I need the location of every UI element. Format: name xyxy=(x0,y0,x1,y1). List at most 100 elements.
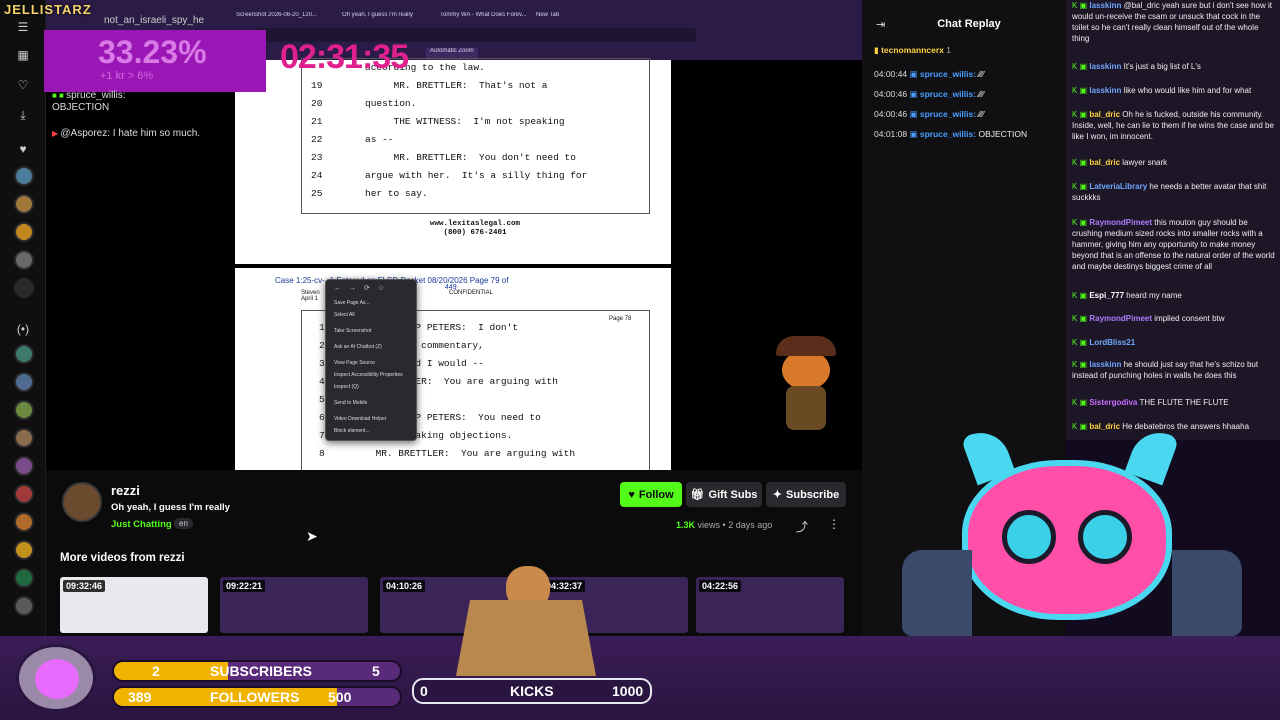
line-number: 4 xyxy=(319,376,325,387)
view-stats: 1.3K views • 2 days ago xyxy=(676,520,773,530)
channel-avatar[interactable] xyxy=(62,482,102,522)
video-thumbnail[interactable]: 04:22:56 xyxy=(696,577,844,633)
browser-tab[interactable]: New Tab xyxy=(536,12,586,26)
download-percentage: 33.23% xyxy=(98,34,207,70)
followed-channel-avatar[interactable] xyxy=(14,540,34,560)
followed-channel-avatar[interactable] xyxy=(14,456,34,476)
followed-channel-avatar[interactable] xyxy=(14,344,34,364)
chat-username[interactable]: RaymondPimeet xyxy=(1089,218,1152,227)
context-menu-item[interactable]: View Page Source xyxy=(334,360,375,366)
chat-username[interactable]: lasskinn xyxy=(1089,1,1121,10)
line-number: 20 xyxy=(311,98,323,109)
chat-username[interactable]: lasskinn xyxy=(1089,360,1121,369)
browser-tab[interactable]: Tommy WA - What Does Forev... xyxy=(440,12,530,26)
chat-message: K ▣ RaymondPimeet implied consent btw xyxy=(1072,313,1276,324)
transcript-line: as -- xyxy=(365,134,394,145)
chat-username[interactable]: spruce_willis: xyxy=(920,109,976,119)
subscribe-button[interactable]: ✦ Subscribe xyxy=(766,482,846,507)
overlay-chat-line: ■ ■ spruce_willis: OBJECTION xyxy=(52,90,126,113)
followed-channel-avatar[interactable] xyxy=(14,250,34,270)
context-nav-icons[interactable]: ←→⟳☆ xyxy=(334,284,392,292)
context-menu-item[interactable]: Send to Mobile xyxy=(334,400,367,406)
language-tag[interactable]: en xyxy=(174,518,193,529)
share-icon[interactable]: ⤴ xyxy=(796,518,808,535)
context-menu-item[interactable]: Inspect Accessibility Properties xyxy=(334,372,403,378)
menu-icon[interactable]: ☰ xyxy=(12,16,34,38)
more-videos-heading: More videos from rezzi xyxy=(60,552,185,564)
followed-channel-avatar[interactable] xyxy=(14,428,34,448)
confidential-label: CONFIDENTIAL xyxy=(449,290,494,296)
chat-message: K ▣ lasskinn like who would like him and… xyxy=(1072,85,1276,96)
chat-message: K ▣ bal_dric lawyer snark xyxy=(1072,157,1276,168)
more-options-icon[interactable]: ⋮ xyxy=(828,517,840,531)
context-menu-item[interactable]: Block element... xyxy=(334,428,370,434)
channel-name[interactable]: rezzi xyxy=(111,483,140,498)
followed-channel-avatar[interactable] xyxy=(14,222,34,242)
video-title: Oh yeah, I guess I'm really xyxy=(111,502,230,513)
cat-in-box-image xyxy=(456,556,596,676)
line-number: 21 xyxy=(311,116,323,127)
line-number: 3 xyxy=(319,358,325,369)
chat-username[interactable]: lasskinn xyxy=(1089,86,1121,95)
followed-channel-avatar[interactable] xyxy=(14,400,34,420)
gift-icon: 🎁︎ xyxy=(690,489,705,501)
chat-message: K ▣ LatveriaLibrary he needs a better av… xyxy=(1072,181,1276,203)
context-menu-item[interactable]: Select All xyxy=(334,312,355,318)
chat-username[interactable]: lasskinn xyxy=(1089,62,1121,71)
page-number: Page 78 xyxy=(609,316,632,322)
line-number: 8 xyxy=(319,448,325,459)
chat-text: It's just a big list of L's xyxy=(1123,62,1201,71)
video-thumbnail[interactable]: 09:32:46 xyxy=(60,577,208,633)
followed-channel-avatar[interactable] xyxy=(14,512,34,532)
context-menu-item[interactable]: Inspect (Q) xyxy=(334,384,359,390)
chat-username[interactable]: Sistergodiva xyxy=(1089,398,1137,407)
badge-icon: K ▣ xyxy=(1072,398,1090,407)
video-thumbnail[interactable]: 09:22:21 xyxy=(220,577,368,633)
heart-icon[interactable]: ♡ xyxy=(12,74,34,96)
category-link[interactable]: Just Chatting xyxy=(111,519,172,530)
chat-username[interactable]: Espi_777 xyxy=(1089,291,1124,300)
transcript-line: her to say. xyxy=(365,188,428,199)
chat-username[interactable]: spruce_willis: xyxy=(920,69,976,79)
pdf-page: according to the law. 19 MR. BRETTLER: Th… xyxy=(235,58,671,264)
badge-icon: K ▣ xyxy=(1072,314,1090,323)
gift-subs-button[interactable]: 🎁︎ Gift Subs xyxy=(686,482,762,507)
verified-badge-icon: ■ ■ xyxy=(52,91,67,100)
chat-username[interactable]: bal_dric xyxy=(1089,158,1120,167)
chat-username[interactable]: RaymondPimeet xyxy=(1089,314,1152,323)
stream-chat-overlay: K ▣ lasskinn @bal_dric yeah sure but i d… xyxy=(1066,0,1280,440)
badge-icon: K ▣ xyxy=(1072,158,1090,167)
favorite-heart-icon[interactable]: ♥ xyxy=(12,138,34,160)
context-menu-item[interactable]: Video Download Helper xyxy=(334,416,386,422)
follow-button[interactable]: ♥ Follow xyxy=(620,482,682,507)
line-number: 24 xyxy=(311,170,323,181)
browse-icon[interactable]: ▦ xyxy=(12,44,34,66)
download-icon[interactable]: ⤓ xyxy=(12,104,34,126)
followed-channel-avatar[interactable] xyxy=(14,596,34,616)
line-number: 7 xyxy=(319,430,325,441)
browser-tab[interactable]: Screenshot 2026-08-20_120... xyxy=(236,12,326,26)
followed-channel-avatar[interactable] xyxy=(14,194,34,214)
context-menu-item[interactable]: Take Screenshot xyxy=(334,328,371,334)
followed-channel-avatar[interactable] xyxy=(14,372,34,392)
followed-channel-avatar[interactable] xyxy=(14,166,34,186)
left-sidebar: ☰ ▦ ♡ ⤓ ♥ (•) xyxy=(0,0,46,636)
heart-icon: ♥ xyxy=(628,488,635,501)
context-menu-item[interactable]: Ask an AI Chatbot (Z) xyxy=(334,344,382,350)
followed-channel-avatar[interactable] xyxy=(14,278,34,298)
chat-username[interactable]: bal_dric xyxy=(1089,110,1120,119)
chat-text: implied consent btw xyxy=(1154,314,1225,323)
chat-username[interactable]: LatveriaLibrary xyxy=(1089,182,1147,191)
live-icon[interactable]: (•) xyxy=(12,318,34,340)
chat-username[interactable]: spruce_willis: xyxy=(920,129,976,139)
followed-channel-avatar[interactable] xyxy=(14,484,34,504)
chat-username[interactable]: LordBliss21 xyxy=(1089,338,1135,347)
line-number: 25 xyxy=(311,188,323,199)
followed-channel-avatar[interactable] xyxy=(14,568,34,588)
browser-tab[interactable]: Oh yeah, I guess I'm really xyxy=(342,12,432,26)
context-menu-item[interactable]: Save Page As... xyxy=(334,300,370,306)
badge-icon: K ▣ xyxy=(1072,360,1090,369)
line-number: 19 xyxy=(311,80,323,91)
chat-username[interactable]: spruce_willis: xyxy=(920,89,976,99)
thumbnail-duration: 09:22:21 xyxy=(223,580,266,592)
